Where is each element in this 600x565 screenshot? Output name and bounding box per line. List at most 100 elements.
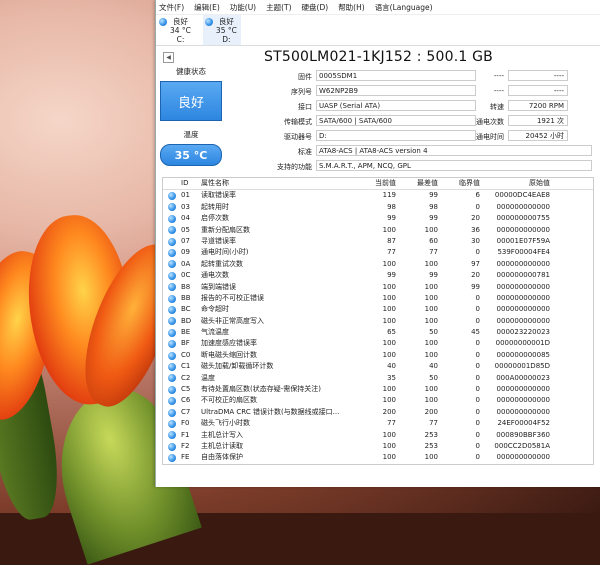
cell-id: F1: [181, 430, 190, 439]
table-row[interactable]: C5 有待处置扇区数(状态存疑-需保持关注) 100 100 0 000000000000: [163, 384, 593, 395]
cell-attribute: 磁头加载/卸载循环计数: [201, 362, 274, 371]
cell-id: BB: [181, 293, 191, 302]
menu-language[interactable]: 语言(Language): [375, 2, 433, 13]
table-row[interactable]: BB 报告的不可校正错误 100 100 0 000000000000: [163, 293, 593, 304]
cell-worst: 77: [429, 419, 438, 428]
cell-current: 100: [382, 396, 396, 405]
cell-attribute: 磁头非正常高度写入: [201, 316, 264, 325]
cell-raw: 000000000000: [496, 282, 550, 291]
menu-disk[interactable]: 硬盘(D): [302, 2, 329, 13]
disk-c-button[interactable]: 良好 34 °C C:: [159, 15, 191, 45]
cell-current: 98: [387, 202, 396, 211]
cell-current: 100: [382, 293, 396, 302]
cell-threshold: 0: [475, 430, 480, 439]
cell-threshold: 0: [475, 202, 480, 211]
table-row[interactable]: 03 起转用时 98 98 0 000000000000: [163, 202, 593, 213]
cell-raw: 000CC2D0581A: [494, 441, 550, 450]
cell-attribute: 加速度感应错误率: [201, 339, 257, 348]
row-status-cell: [163, 304, 181, 315]
cell-raw: 000000000000: [496, 385, 550, 394]
cell-worst: 100: [424, 339, 438, 348]
table-row[interactable]: 01 读取错误率 119 99 6 00000DC4EAE8: [163, 190, 593, 201]
cell-worst: 100: [424, 396, 438, 405]
cell-current: 119: [382, 191, 396, 200]
table-row[interactable]: 0C 通电次数 99 99 20 000000000781: [163, 270, 593, 281]
menu-file[interactable]: 文件(F): [159, 2, 184, 13]
table-row[interactable]: 0A 起转重试次数 100 100 97 000000000000: [163, 259, 593, 270]
cell-worst: 77: [429, 248, 438, 257]
table-row[interactable]: 04 启停次数 99 99 20 000000000755: [163, 213, 593, 224]
menu-edit[interactable]: 编辑(E): [194, 2, 220, 13]
status-good-icon: [168, 249, 176, 258]
cell-threshold: 0: [475, 396, 480, 405]
cell-current: 65: [387, 328, 396, 337]
cell-worst: 60: [429, 236, 438, 245]
header-raw[interactable]: 原始值: [480, 178, 554, 189]
table-row[interactable]: F0 磁头飞行小时数 77 77 0 24EF00004F52: [163, 418, 593, 429]
table-row[interactable]: BE 气流温度 65 50 45 000023220023: [163, 327, 593, 338]
cell-worst: 100: [424, 385, 438, 394]
disk-status: 良好: [218, 17, 234, 26]
disk-d-button[interactable]: 良好 35 °C D:: [202, 15, 241, 45]
cell-id: BC: [181, 305, 191, 314]
table-row[interactable]: C2 温度 35 50 0 000A00000023: [163, 373, 593, 384]
smart-attribute-table: ID 属性名称 当前值 最差值 临界值 原始值 01 读取错误率 119 99 6 000…: [162, 177, 594, 465]
row-status-cell: [163, 316, 181, 327]
table-row[interactable]: F1 主机总计写入 100 253 0 000890BBF360: [163, 430, 593, 441]
status-good-icon: [168, 271, 176, 280]
table-row[interactable]: 05 重新分配扇区数 100 100 36 000000000000: [163, 225, 593, 236]
header-current[interactable]: 当前值: [351, 178, 396, 189]
cell-current: 100: [382, 225, 396, 234]
table-row[interactable]: 09 通电时间(小时) 77 77 0 539F00004FE4: [163, 247, 593, 258]
header-worst[interactable]: 最差值: [396, 178, 438, 189]
previous-disk-button[interactable]: ◀: [163, 51, 174, 63]
model-row: ◀ ST500LM021-1KJ152 : 500.1 GB: [156, 46, 600, 68]
info-r1-label: ----: [493, 72, 504, 80]
cell-threshold: 0: [475, 350, 480, 359]
table-row[interactable]: BF 加速度感应错误率 100 100 0 00000000001D: [163, 338, 593, 349]
row-status-cell: [163, 236, 181, 247]
cell-raw: 000000000781: [496, 271, 550, 280]
table-row[interactable]: FE 自由落体保护 100 100 0 000000000000: [163, 452, 593, 463]
cell-raw: 000A00000023: [496, 373, 550, 382]
table-row[interactable]: BC 命令超时 100 100 0 000000000000: [163, 304, 593, 315]
row-status-cell: [163, 190, 181, 201]
row-status-cell: [163, 384, 181, 395]
table-row[interactable]: C0 断电磁头缩回计数 100 100 0 000000000085: [163, 350, 593, 361]
row-status-cell: [163, 395, 181, 406]
row-status-cell: [163, 418, 181, 429]
row-status-cell: [163, 441, 181, 452]
cell-threshold: 0: [475, 248, 480, 257]
cell-worst: 100: [424, 259, 438, 268]
status-good-icon: [168, 192, 176, 201]
cell-id: 0A: [181, 259, 191, 268]
menu-help[interactable]: 帮助(H): [338, 2, 365, 13]
table-row[interactable]: C7 UltraDMA CRC 错误计数(与数据线或接口... 200 200 0 000…: [163, 407, 593, 418]
health-status-button[interactable]: 良好: [160, 81, 222, 121]
row-status-cell: [163, 338, 181, 349]
header-attribute[interactable]: 属性名称: [201, 178, 351, 189]
menu-function[interactable]: 功能(U): [230, 2, 256, 13]
table-row[interactable]: B8 端到端错误 100 100 99 000000000000: [163, 282, 593, 293]
cell-threshold: 20: [471, 214, 480, 223]
table-row[interactable]: BD 磁头非正常高度写入 100 100 0 000000000000: [163, 316, 593, 327]
cell-worst: 40: [429, 362, 438, 371]
table-row[interactable]: F2 主机总计读取 100 253 0 000CC2D0581A: [163, 441, 593, 452]
cell-attribute: 端到端错误: [201, 282, 236, 291]
table-row[interactable]: C1 磁头加载/卸载循环计数 40 40 0 00000001D85D: [163, 361, 593, 372]
drive-letter-value: D:: [316, 130, 476, 141]
status-good-icon: [168, 454, 176, 463]
table-row[interactable]: 07 寻道错误率 87 60 30 00001E07F59A: [163, 236, 593, 247]
temperature-value[interactable]: 35 °C: [160, 144, 222, 166]
cell-current: 100: [382, 385, 396, 394]
menu-theme[interactable]: 主题(T): [266, 2, 291, 13]
cell-threshold: 36: [471, 225, 480, 234]
cell-current: 35: [387, 373, 396, 382]
table-row[interactable]: C6 不可校正的扇区数 100 100 0 000000000000: [163, 395, 593, 406]
cell-raw: 000000000000: [496, 305, 550, 314]
cell-id: B8: [181, 282, 191, 291]
cell-attribute: 温度: [201, 373, 215, 382]
header-id[interactable]: ID: [181, 178, 201, 189]
cell-worst: 99: [429, 191, 438, 200]
header-threshold[interactable]: 临界值: [438, 178, 480, 189]
